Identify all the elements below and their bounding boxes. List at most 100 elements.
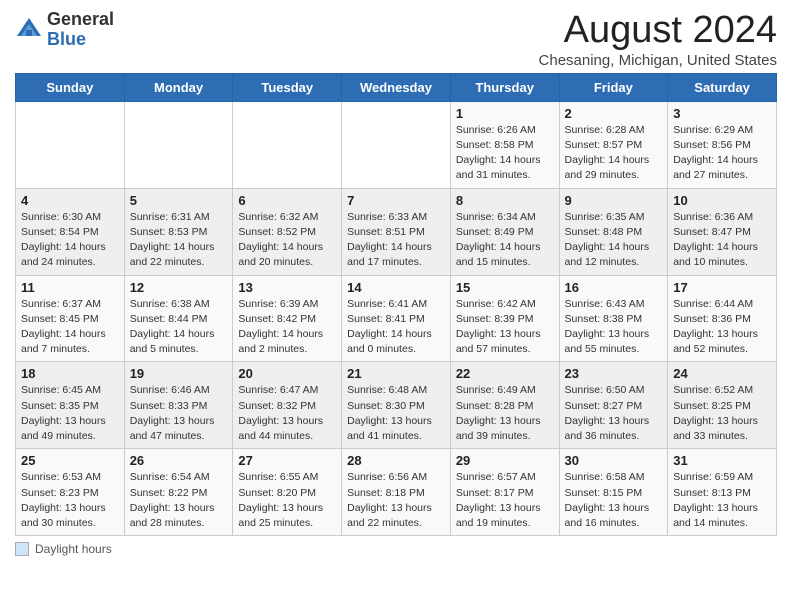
subtitle: Chesaning, Michigan, United States [539, 52, 777, 69]
day-number: 25 [21, 453, 119, 468]
day-info: Sunrise: 6:50 AM Sunset: 8:27 PM Dayligh… [565, 383, 663, 444]
day-info: Sunrise: 6:55 AM Sunset: 8:20 PM Dayligh… [238, 470, 336, 531]
day-cell: 28 Sunrise: 6:56 AM Sunset: 8:18 PM Dayli… [342, 449, 451, 536]
day-number: 19 [130, 366, 228, 381]
day-info: Sunrise: 6:39 AM Sunset: 8:42 PM Dayligh… [238, 297, 336, 358]
day-info: Sunrise: 6:43 AM Sunset: 8:38 PM Dayligh… [565, 297, 663, 358]
header-row: SundayMondayTuesdayWednesdayThursdayFrid… [16, 73, 777, 101]
logo: General Blue [15, 10, 114, 50]
day-cell: 23 Sunrise: 6:50 AM Sunset: 8:27 PM Dayli… [559, 362, 668, 449]
day-cell: 24 Sunrise: 6:52 AM Sunset: 8:25 PM Dayli… [668, 362, 777, 449]
day-header-friday: Friday [559, 73, 668, 101]
day-info: Sunrise: 6:29 AM Sunset: 8:56 PM Dayligh… [673, 123, 771, 184]
day-info: Sunrise: 6:36 AM Sunset: 8:47 PM Dayligh… [673, 210, 771, 271]
day-number: 12 [130, 280, 228, 295]
day-number: 20 [238, 366, 336, 381]
day-cell: 20 Sunrise: 6:47 AM Sunset: 8:32 PM Dayli… [233, 362, 342, 449]
day-cell [342, 101, 451, 188]
day-cell: 15Sunrise: 6:42 AM Sunset: 8:39 PM Dayli… [450, 275, 559, 362]
day-info: Sunrise: 6:52 AM Sunset: 8:25 PM Dayligh… [673, 383, 771, 444]
day-number: 3 [673, 106, 771, 121]
day-header-tuesday: Tuesday [233, 73, 342, 101]
main-title: August 2024 [539, 10, 777, 52]
day-number: 10 [673, 193, 771, 208]
day-cell: 10 Sunrise: 6:36 AM Sunset: 8:47 PM Dayli… [668, 188, 777, 275]
day-cell: 17 Sunrise: 6:44 AM Sunset: 8:36 PM Dayli… [668, 275, 777, 362]
day-cell [124, 101, 233, 188]
day-number: 28 [347, 453, 445, 468]
day-number: 17 [673, 280, 771, 295]
day-cell: 8 Sunrise: 6:34 AM Sunset: 8:49 PM Daylig… [450, 188, 559, 275]
day-number: 30 [565, 453, 663, 468]
day-cell: 5 Sunrise: 6:31 AM Sunset: 8:53 PM Daylig… [124, 188, 233, 275]
day-number: 23 [565, 366, 663, 381]
day-cell [16, 101, 125, 188]
day-info: Sunrise: 6:57 AM Sunset: 8:17 PM Dayligh… [456, 470, 554, 531]
day-number: 24 [673, 366, 771, 381]
day-number: 15 [456, 280, 554, 295]
day-header-thursday: Thursday [450, 73, 559, 101]
day-info: Sunrise: 6:31 AM Sunset: 8:53 PM Dayligh… [130, 210, 228, 271]
day-number: 2 [565, 106, 663, 121]
day-number: 22 [456, 366, 554, 381]
day-info: Sunrise: 6:54 AM Sunset: 8:22 PM Dayligh… [130, 470, 228, 531]
day-number: 8 [456, 193, 554, 208]
day-header-sunday: Sunday [16, 73, 125, 101]
day-info: Sunrise: 6:45 AM Sunset: 8:35 PM Dayligh… [21, 383, 119, 444]
day-cell: 14Sunrise: 6:41 AM Sunset: 8:41 PM Dayli… [342, 275, 451, 362]
day-cell: 12 Sunrise: 6:38 AM Sunset: 8:44 PM Dayli… [124, 275, 233, 362]
week-row-1: 4 Sunrise: 6:30 AM Sunset: 8:54 PM Daylig… [16, 188, 777, 275]
day-info: Sunrise: 6:53 AM Sunset: 8:23 PM Dayligh… [21, 470, 119, 531]
day-number: 6 [238, 193, 336, 208]
day-info: Sunrise: 6:59 AM Sunset: 8:13 PM Dayligh… [673, 470, 771, 531]
day-number: 31 [673, 453, 771, 468]
day-number: 13 [238, 280, 336, 295]
day-number: 26 [130, 453, 228, 468]
footer-box-icon [15, 542, 29, 556]
day-info: Sunrise: 6:37 AM Sunset: 8:45 PM Dayligh… [21, 297, 119, 358]
day-number: 4 [21, 193, 119, 208]
day-cell [233, 101, 342, 188]
day-cell: 4 Sunrise: 6:30 AM Sunset: 8:54 PM Daylig… [16, 188, 125, 275]
day-cell: 29Sunrise: 6:57 AM Sunset: 8:17 PM Dayli… [450, 449, 559, 536]
day-cell: 6 Sunrise: 6:32 AM Sunset: 8:52 PM Daylig… [233, 188, 342, 275]
day-cell: 19 Sunrise: 6:46 AM Sunset: 8:33 PM Dayli… [124, 362, 233, 449]
calendar-body: 1Sunrise: 6:26 AM Sunset: 8:58 PM Daylig… [16, 101, 777, 535]
day-info: Sunrise: 6:56 AM Sunset: 8:18 PM Dayligh… [347, 470, 445, 531]
day-info: Sunrise: 6:30 AM Sunset: 8:54 PM Dayligh… [21, 210, 119, 271]
day-number: 18 [21, 366, 119, 381]
day-header-saturday: Saturday [668, 73, 777, 101]
day-info: Sunrise: 6:32 AM Sunset: 8:52 PM Dayligh… [238, 210, 336, 271]
day-cell: 31 Sunrise: 6:59 AM Sunset: 8:13 PM Dayli… [668, 449, 777, 536]
day-number: 21 [347, 366, 445, 381]
day-number: 5 [130, 193, 228, 208]
logo-blue-text: Blue [47, 29, 86, 49]
week-row-0: 1Sunrise: 6:26 AM Sunset: 8:58 PM Daylig… [16, 101, 777, 188]
day-info: Sunrise: 6:38 AM Sunset: 8:44 PM Dayligh… [130, 297, 228, 358]
week-row-3: 18 Sunrise: 6:45 AM Sunset: 8:35 PM Dayli… [16, 362, 777, 449]
footer-note: Daylight hours [15, 542, 777, 556]
day-number: 16 [565, 280, 663, 295]
day-info: Sunrise: 6:44 AM Sunset: 8:36 PM Dayligh… [673, 297, 771, 358]
footer-label: Daylight hours [35, 542, 112, 556]
day-info: Sunrise: 6:34 AM Sunset: 8:49 PM Dayligh… [456, 210, 554, 271]
day-info: Sunrise: 6:26 AM Sunset: 8:58 PM Dayligh… [456, 123, 554, 184]
day-cell: 2 Sunrise: 6:28 AM Sunset: 8:57 PM Daylig… [559, 101, 668, 188]
day-cell: 30Sunrise: 6:58 AM Sunset: 8:15 PM Dayli… [559, 449, 668, 536]
day-header-wednesday: Wednesday [342, 73, 451, 101]
day-info: Sunrise: 6:47 AM Sunset: 8:32 PM Dayligh… [238, 383, 336, 444]
day-number: 14 [347, 280, 445, 295]
day-info: Sunrise: 6:33 AM Sunset: 8:51 PM Dayligh… [347, 210, 445, 271]
day-cell: 16 Sunrise: 6:43 AM Sunset: 8:38 PM Dayli… [559, 275, 668, 362]
day-info: Sunrise: 6:46 AM Sunset: 8:33 PM Dayligh… [130, 383, 228, 444]
calendar-header: SundayMondayTuesdayWednesdayThursdayFrid… [16, 73, 777, 101]
week-row-4: 25 Sunrise: 6:53 AM Sunset: 8:23 PM Dayli… [16, 449, 777, 536]
day-info: Sunrise: 6:28 AM Sunset: 8:57 PM Dayligh… [565, 123, 663, 184]
day-cell: 27Sunrise: 6:55 AM Sunset: 8:20 PM Dayli… [233, 449, 342, 536]
day-cell: 25 Sunrise: 6:53 AM Sunset: 8:23 PM Dayli… [16, 449, 125, 536]
logo-icon [15, 16, 43, 44]
day-cell: 21Sunrise: 6:48 AM Sunset: 8:30 PM Dayli… [342, 362, 451, 449]
day-number: 9 [565, 193, 663, 208]
day-header-monday: Monday [124, 73, 233, 101]
day-cell: 18 Sunrise: 6:45 AM Sunset: 8:35 PM Dayli… [16, 362, 125, 449]
